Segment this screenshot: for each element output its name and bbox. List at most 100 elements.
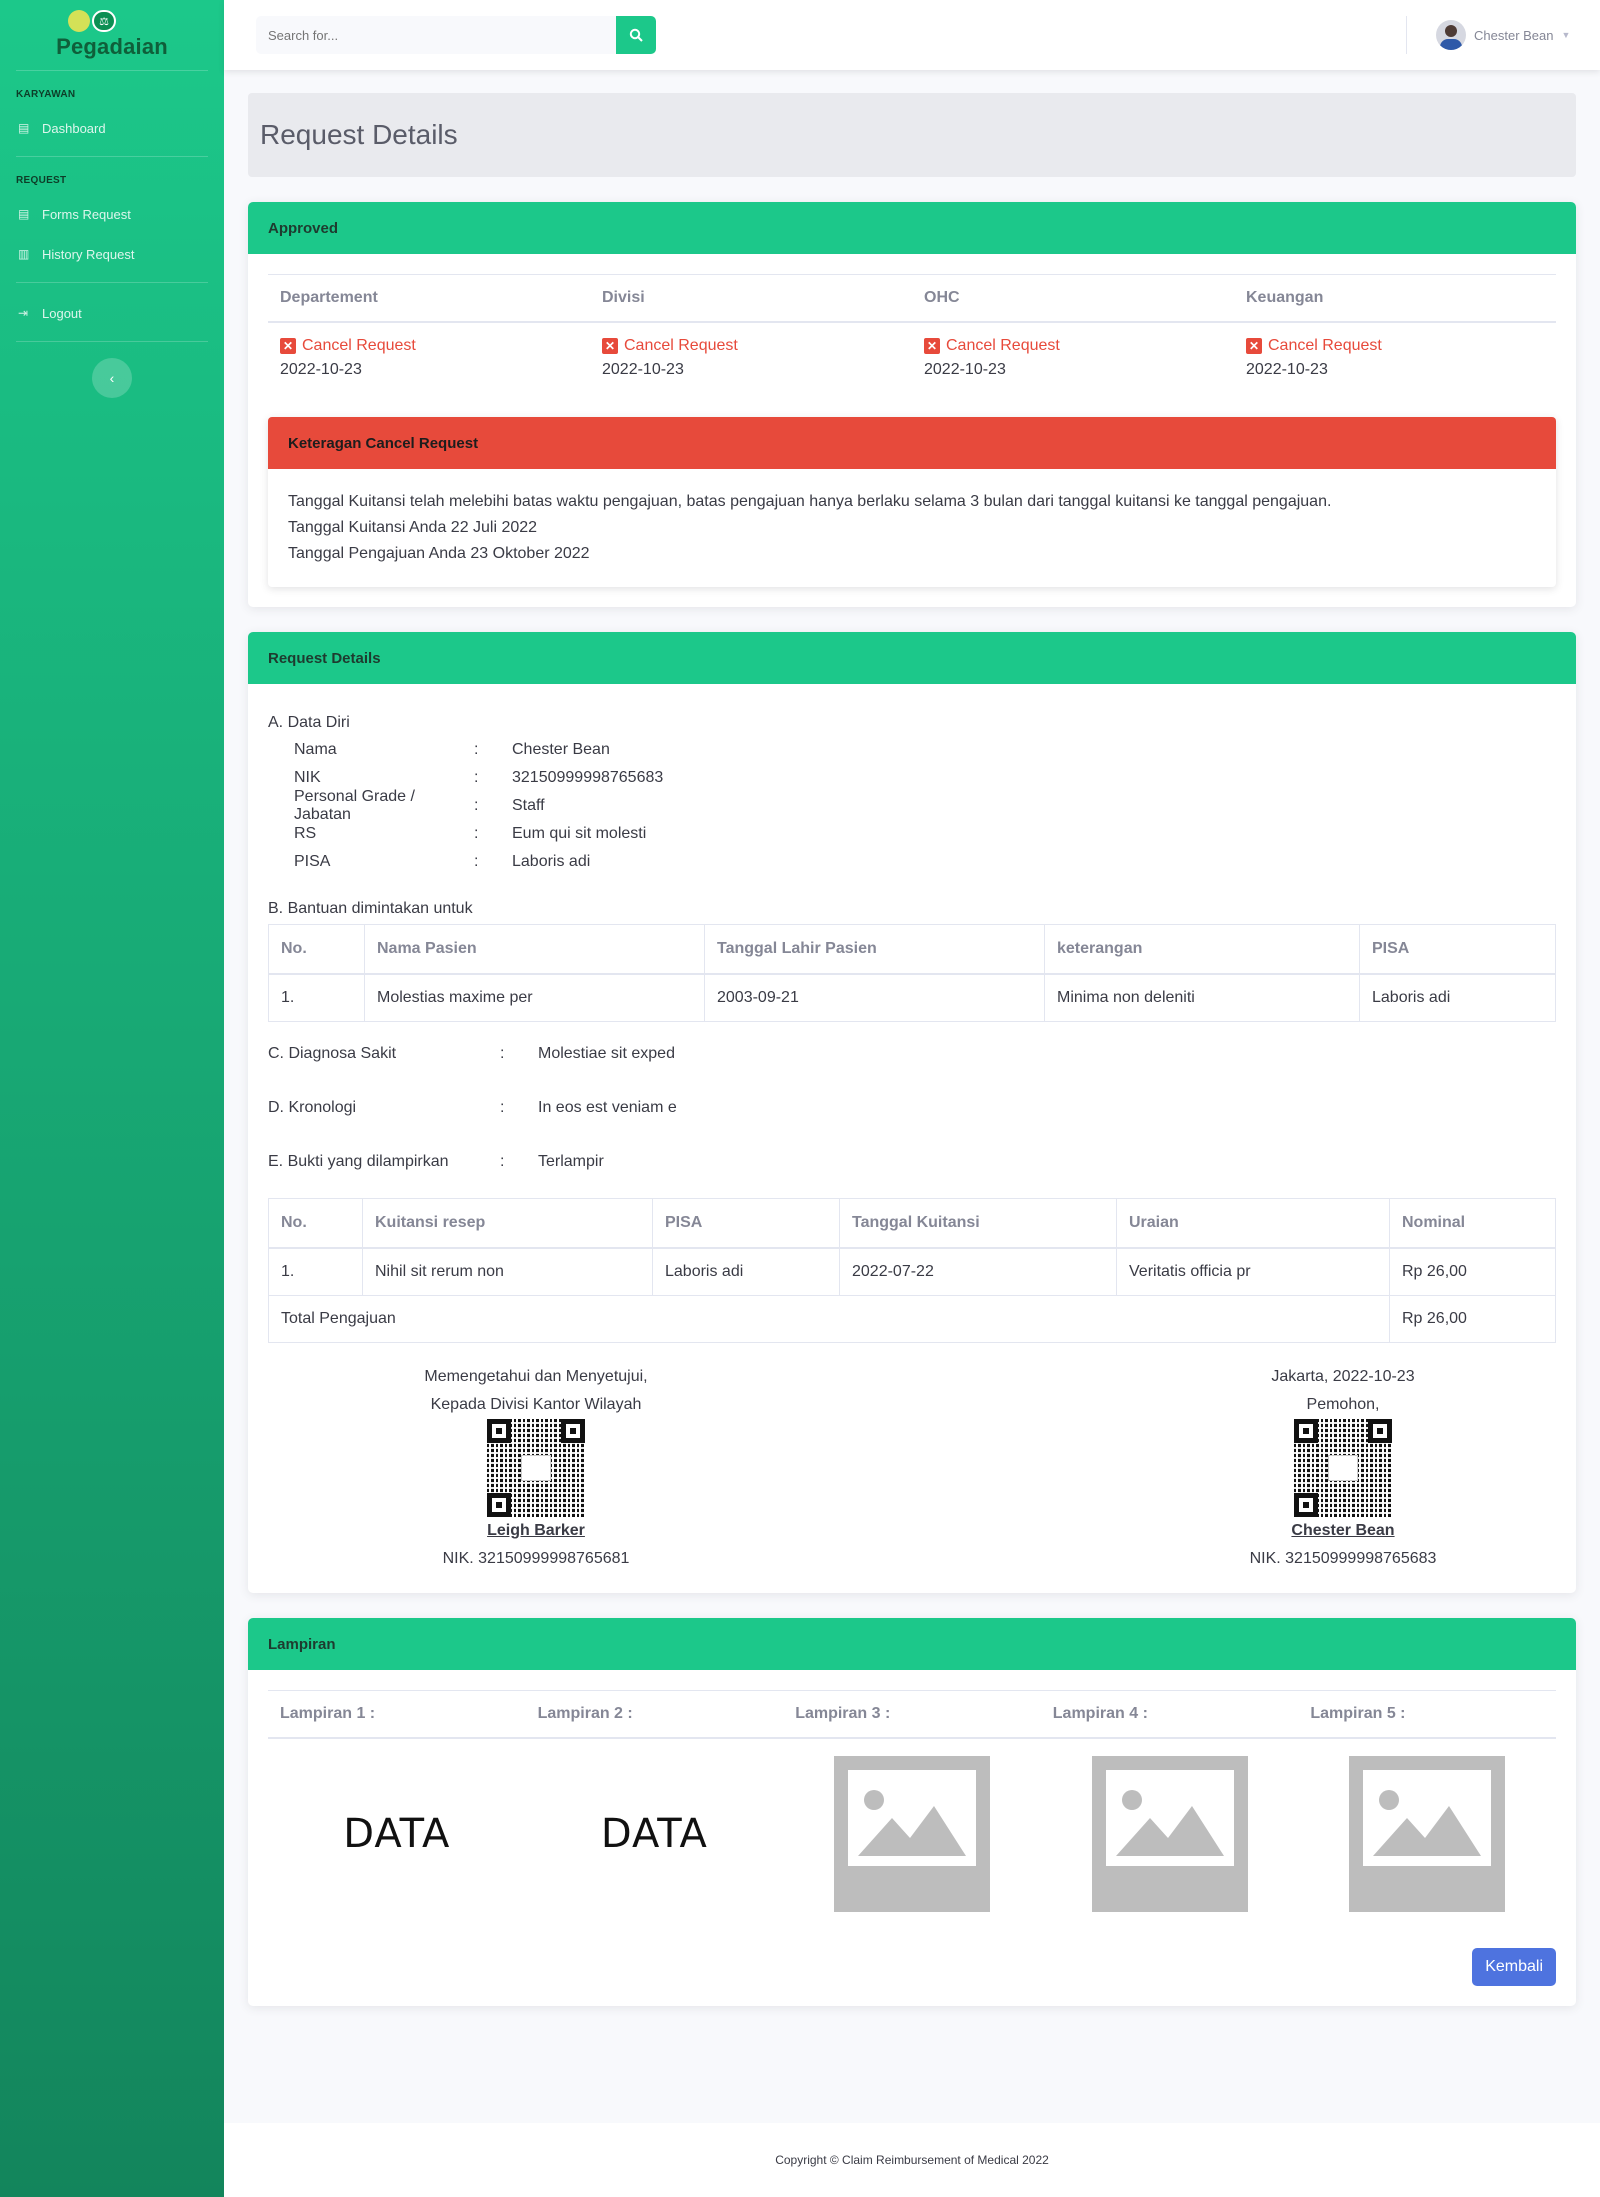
column-header: Nama Pasien xyxy=(364,924,705,975)
search-bar xyxy=(256,16,656,54)
brand-name: Pegadaian xyxy=(56,34,168,59)
section-a-title: A. Data Diri xyxy=(268,714,350,731)
diagnosis-row: C. Diagnosa Sakit: Molestiae sit exped xyxy=(268,1045,675,1062)
topbar-divider xyxy=(1406,16,1407,54)
attachment-2[interactable]: DATA xyxy=(526,1738,784,1928)
column-header: Lampiran 5 : xyxy=(1298,1690,1556,1739)
attachment-4[interactable] xyxy=(1041,1738,1299,1928)
total-row: Total Pengajuan Rp 26,00 xyxy=(268,1295,1556,1343)
column-header: Nominal xyxy=(1389,1198,1556,1249)
close-icon: ✕ xyxy=(924,338,940,354)
copyright-text: Copyright © Claim Reimbursement of Medic… xyxy=(775,2153,1049,2167)
approver-name: Leigh Barker xyxy=(487,1522,585,1539)
status-date: 2022-10-23 xyxy=(280,361,362,378)
status-date: 2022-10-23 xyxy=(1246,361,1328,378)
column-header: No. xyxy=(268,924,365,975)
status-date: 2022-10-23 xyxy=(602,361,684,378)
table-row: 1. Nihil sit rerum non Laboris adi 2022-… xyxy=(268,1247,1556,1296)
image-placeholder-icon xyxy=(833,1755,990,1912)
column-header: keterangan xyxy=(1044,924,1360,975)
attachments-title: Lampiran xyxy=(248,1618,1576,1670)
applicant-name: Chester Bean xyxy=(1291,1522,1395,1539)
request-details-title: Request Details xyxy=(248,632,1576,684)
attachment-3[interactable] xyxy=(783,1738,1041,1928)
cancel-note-card: Keteragan Cancel Request Tanggal Kuitans… xyxy=(268,417,1556,587)
sidebar-item-label: Forms Request xyxy=(42,206,131,222)
status-badge: ✕ Cancel Request xyxy=(1246,337,1544,355)
attachment-1[interactable]: DATA xyxy=(268,1738,526,1928)
sidebar-item-label: Dashboard xyxy=(42,120,106,136)
attachment-5[interactable] xyxy=(1298,1738,1556,1928)
section-b-title: B. Bantuan dimintakan untuk xyxy=(268,900,473,917)
avatar xyxy=(1436,20,1466,50)
approval-table: Departement Divisi OHC Keuangan ✕ Cancel … xyxy=(268,274,1556,397)
sidebar: ⚖ Pegadaian KARYAWAN ▤ Dashboard REQUEST… xyxy=(0,0,224,2197)
book-icon: ▥ xyxy=(18,247,30,261)
column-header: Uraian xyxy=(1116,1198,1390,1249)
personal-row: RS: Eum qui sit molesti xyxy=(294,825,647,842)
evidence-row: E. Bukti yang dilampirkan: Terlampir xyxy=(268,1153,604,1170)
approval-cell: ✕ Cancel Request 2022-10-23 xyxy=(590,322,912,397)
clipboard-icon: ▤ xyxy=(18,121,30,135)
close-icon: ✕ xyxy=(1246,338,1262,354)
chronology-row: D. Kronologi: In eos est veniam e xyxy=(268,1099,677,1116)
attachments-card: Lampiran Lampiran 1 : Lampiran 2 : Lampi… xyxy=(248,1618,1576,2006)
table-row: 1. Molestias maxime per 2003-09-21 Minim… xyxy=(268,973,1556,1022)
cancel-note-line: Tanggal Kuitansi Anda 22 Juli 2022 xyxy=(288,519,538,536)
column-header: Lampiran 3 : xyxy=(783,1690,1041,1739)
footer: Copyright © Claim Reimbursement of Medic… xyxy=(224,2123,1600,2197)
column-header: PISA xyxy=(652,1198,840,1249)
sidebar-divider xyxy=(16,282,208,283)
sign-out-icon: ⇥ xyxy=(18,306,29,320)
applicant-signature: Jakarta, 2022-10-23 Pemohon, Chester Bea… xyxy=(1130,1363,1556,1573)
column-header: Departement xyxy=(268,274,590,323)
qr-code-icon xyxy=(1294,1419,1392,1517)
column-header: OHC xyxy=(912,274,1234,323)
status-badge: ✕ Cancel Request xyxy=(280,337,578,355)
column-header: Tanggal Lahir Pasien xyxy=(704,924,1045,975)
user-name: Chester Bean xyxy=(1474,27,1554,43)
image-placeholder-icon xyxy=(1349,1755,1506,1912)
back-button[interactable]: Kembali xyxy=(1472,1948,1556,1986)
search-button[interactable] xyxy=(616,16,656,54)
brand[interactable]: ⚖ Pegadaian xyxy=(0,0,224,70)
column-header: Lampiran 2 : xyxy=(525,1690,784,1739)
approval-cell: ✕ Cancel Request 2022-10-23 xyxy=(268,322,590,397)
sidebar-item-history-request[interactable]: ▥ History Request xyxy=(0,234,224,274)
column-header: Divisi xyxy=(590,274,912,323)
personal-row: Nama: Chester Bean xyxy=(294,741,610,758)
clipboard-icon: ▤ xyxy=(18,207,30,221)
main-content: Request Details Approved Departement Div… xyxy=(248,93,1576,2006)
column-header: Lampiran 1 : xyxy=(268,1690,526,1739)
sidebar-item-label: History Request xyxy=(42,246,135,262)
sidebar-item-label: Logout xyxy=(42,305,82,321)
search-icon xyxy=(629,28,643,42)
cancel-note-line: Tanggal Pengajuan Anda 23 Oktober 2022 xyxy=(288,545,590,562)
close-icon: ✕ xyxy=(602,338,618,354)
approval-cell: ✕ Cancel Request 2022-10-23 xyxy=(912,322,1234,397)
user-menu[interactable]: Chester Bean ▼ xyxy=(1436,20,1570,50)
personal-row: PISA: Laboris adi xyxy=(294,853,591,870)
column-header: Tanggal Kuitansi xyxy=(839,1198,1117,1249)
sidebar-item-logout[interactable]: ⇥ Logout xyxy=(0,293,224,333)
sidebar-item-forms-request[interactable]: ▤ Forms Request xyxy=(0,194,224,234)
approval-card: Approved Departement Divisi OHC Keuangan… xyxy=(248,202,1576,607)
caret-down-icon: ▼ xyxy=(1561,30,1571,40)
cancel-note-line: Tanggal Kuitansi telah melebihi batas wa… xyxy=(288,493,1332,510)
sidebar-toggle-button[interactable]: ‹ xyxy=(92,358,132,398)
column-header: Kuitansi resep xyxy=(362,1198,653,1249)
status-date: 2022-10-23 xyxy=(924,361,1006,378)
sidebar-heading-karyawan: KARYAWAN xyxy=(16,89,76,100)
applicant-nik: NIK. 32150999998765683 xyxy=(1249,1550,1437,1567)
column-header: Lampiran 4 : xyxy=(1040,1690,1299,1739)
status-badge: ✕ Cancel Request xyxy=(924,337,1222,355)
column-header: No. xyxy=(268,1198,363,1249)
page-header: Request Details xyxy=(248,93,1576,177)
chevron-left-icon: ‹ xyxy=(109,370,115,386)
image-placeholder-icon xyxy=(1091,1755,1248,1912)
sidebar-item-dashboard[interactable]: ▤ Dashboard xyxy=(0,108,224,148)
brand-logo-icon: ⚖ xyxy=(68,10,116,32)
signature-section: Memengetahui dan Menyetujui, Kepada Divi… xyxy=(268,1363,1556,1573)
status-badge: ✕ Cancel Request xyxy=(602,337,900,355)
search-input[interactable] xyxy=(256,16,616,54)
